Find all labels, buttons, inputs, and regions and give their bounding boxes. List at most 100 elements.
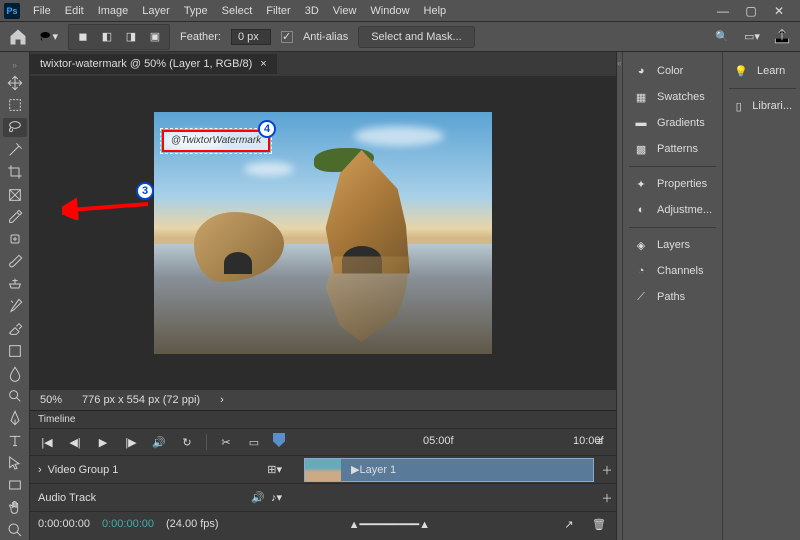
menu-filter[interactable]: Filter xyxy=(259,2,297,20)
loop-button[interactable]: ↻ xyxy=(178,433,196,451)
brush-tool[interactable] xyxy=(3,252,27,271)
annotation-arrow xyxy=(62,196,152,220)
selection-subtract-icon[interactable]: ◨ xyxy=(121,27,141,47)
audio-options-icon[interactable]: ♪▾ xyxy=(271,491,282,504)
home-icon[interactable] xyxy=(8,27,28,47)
fps-display: (24.00 fps) xyxy=(166,518,219,530)
track-name: Video Group 1 xyxy=(48,464,119,476)
select-and-mask-button[interactable]: Select and Mask... xyxy=(358,26,475,48)
type-tool[interactable] xyxy=(3,431,27,450)
add-audio-button[interactable]: ＋ xyxy=(598,489,616,507)
timecode-current[interactable]: 0:00:00:00 xyxy=(102,518,154,530)
color-wheel-icon: ◕ xyxy=(633,63,649,79)
panel-swatches[interactable]: ▦Swatches xyxy=(627,84,718,110)
callout-3: 3 xyxy=(136,182,154,200)
menu-edit[interactable]: Edit xyxy=(58,2,91,20)
selection-add-icon[interactable]: ◧ xyxy=(97,27,117,47)
frame-tool[interactable] xyxy=(3,185,27,204)
window-close[interactable]: ✕ xyxy=(772,4,786,18)
eyedropper-tool[interactable] xyxy=(3,207,27,226)
menu-image[interactable]: Image xyxy=(91,2,136,20)
panel-learn[interactable]: 💡Learn xyxy=(727,58,798,84)
panel-paths[interactable]: ⟋Paths xyxy=(627,284,718,310)
rectangle-tool[interactable] xyxy=(3,476,27,495)
antialias-checkbox[interactable] xyxy=(281,31,293,43)
add-media-button[interactable]: ＋ xyxy=(598,461,616,479)
dodge-tool[interactable] xyxy=(3,386,27,405)
close-tab-icon[interactable]: × xyxy=(260,58,266,70)
status-bar: 50% 776 px x 554 px (72 ppi) › xyxy=(30,390,616,410)
tool-palette: » xyxy=(0,52,30,540)
feather-input[interactable] xyxy=(231,29,271,45)
panel-adjustments[interactable]: ◐Adjustme... xyxy=(627,197,718,223)
zoom-tool[interactable] xyxy=(3,521,27,540)
panel-properties[interactable]: ✦Properties xyxy=(627,171,718,197)
share-icon[interactable] xyxy=(772,27,792,47)
menu-type[interactable]: Type xyxy=(177,2,215,20)
move-tool[interactable] xyxy=(3,73,27,92)
callout-4: 4 xyxy=(258,120,276,138)
window-minimize[interactable]: — xyxy=(716,4,730,18)
document-canvas[interactable]: @TwixtorWatermark 4 xyxy=(154,112,492,354)
menu-select[interactable]: Select xyxy=(215,2,260,20)
search-icon[interactable]: 🔍 xyxy=(712,27,732,47)
tool-preset-lasso-icon[interactable]: ▾ xyxy=(38,27,58,47)
selection-intersect-icon[interactable]: ▣ xyxy=(145,27,165,47)
panel-channels[interactable]: ◔Channels xyxy=(627,258,718,284)
feather-label: Feather: xyxy=(180,31,221,43)
eraser-tool[interactable] xyxy=(3,319,27,338)
zoom-level[interactable]: 50% xyxy=(40,394,62,406)
history-brush-tool[interactable] xyxy=(3,297,27,316)
playhead[interactable] xyxy=(273,433,285,447)
menu-help[interactable]: Help xyxy=(417,2,454,20)
crop-tool[interactable] xyxy=(3,163,27,182)
workspace-icon[interactable]: ▭▾ xyxy=(742,27,762,47)
menu-file[interactable]: File xyxy=(26,2,58,20)
play-button[interactable]: ▶ xyxy=(94,433,112,451)
path-selection-tool[interactable] xyxy=(3,453,27,472)
blur-tool[interactable] xyxy=(3,364,27,383)
time-marker: 10:00f xyxy=(573,435,604,447)
selection-new-icon[interactable]: ◼ xyxy=(73,27,93,47)
prev-frame-button[interactable]: ◀| xyxy=(66,433,84,451)
timeline-ruler[interactable]: 05:00f 10:00f xyxy=(273,433,580,451)
track-name: Audio Track xyxy=(38,492,96,504)
magic-wand-tool[interactable] xyxy=(3,140,27,159)
transition-button[interactable]: ▭ xyxy=(245,433,263,451)
panel-gradients[interactable]: ▬Gradients xyxy=(627,110,718,136)
lasso-selection[interactable] xyxy=(160,128,272,154)
panel-patterns[interactable]: ▩Patterns xyxy=(627,136,718,162)
goto-start-button[interactable]: |◀ xyxy=(38,433,56,451)
marquee-tool[interactable] xyxy=(3,95,27,114)
menu-window[interactable]: Window xyxy=(363,2,416,20)
next-frame-button[interactable]: |▶ xyxy=(122,433,140,451)
paths-icon: ⟋ xyxy=(633,289,649,305)
hand-tool[interactable] xyxy=(3,498,27,517)
clone-stamp-tool[interactable] xyxy=(3,274,27,293)
timeline-footer: 0:00:00:00 0:00:00:00 (24.00 fps) ▲━━━━━… xyxy=(30,512,616,536)
panel-layers[interactable]: ◈Layers xyxy=(627,232,718,258)
split-clip-button[interactable]: ✂ xyxy=(217,433,235,451)
expand-icon[interactable]: › xyxy=(38,464,42,476)
panel-libraries[interactable]: ▯Librari... xyxy=(727,93,798,119)
pen-tool[interactable] xyxy=(3,409,27,428)
render-button[interactable]: ↗ xyxy=(560,515,578,533)
window-maximize[interactable]: ▢ xyxy=(744,4,758,18)
clip-label: Layer 1 xyxy=(359,464,396,476)
video-clip[interactable]: ▶ Layer 1 xyxy=(304,458,594,482)
delete-icon[interactable]: 🗑 xyxy=(590,515,608,533)
gradient-tool[interactable] xyxy=(3,342,27,361)
zoom-slider[interactable]: ▲━━━━━━━━━▲ xyxy=(231,518,548,531)
panel-color[interactable]: ◕Color xyxy=(627,58,718,84)
status-caret-icon[interactable]: › xyxy=(220,394,224,406)
mute-button[interactable]: 🔊 xyxy=(150,433,168,451)
menu-3d[interactable]: 3D xyxy=(298,2,326,20)
menu-view[interactable]: View xyxy=(326,2,364,20)
healing-brush-tool[interactable] xyxy=(3,230,27,249)
timeline-panel: Timeline |◀ ◀| ▶ |▶ 🔊 ↻ ✂ ▭ 05:00f 10:00… xyxy=(30,410,616,540)
canvas-area[interactable]: 3 @TwixtorWatermark 4 xyxy=(30,76,616,390)
menu-layer[interactable]: Layer xyxy=(135,2,177,20)
document-tab[interactable]: twixtor-watermark @ 50% (Layer 1, RGB/8)… xyxy=(30,54,277,74)
track-options-icon[interactable]: ⊞▾ xyxy=(267,463,282,476)
lasso-tool[interactable] xyxy=(3,118,27,137)
